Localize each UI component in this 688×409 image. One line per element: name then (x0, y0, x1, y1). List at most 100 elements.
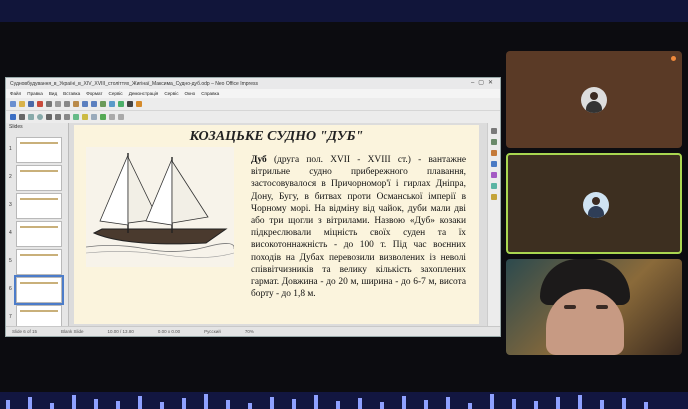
blur-bar (204, 394, 208, 409)
menu-item-tools-2[interactable]: Сервіс (164, 91, 178, 96)
menu-item-window[interactable]: Окно (185, 91, 196, 96)
ellipse-icon[interactable] (37, 114, 43, 120)
print-icon[interactable] (46, 101, 52, 107)
slides-panel-header: Slides (9, 124, 23, 130)
pdf-icon[interactable] (37, 101, 43, 107)
blur-bar (182, 398, 186, 409)
status-zoom[interactable]: 70% (245, 329, 254, 334)
arrange-icon[interactable] (118, 114, 124, 120)
status-bar: Slide 6 of 15 Blank Slide 10.00 / 13.80 … (6, 326, 500, 336)
window-controls-icon[interactable]: –▢✕ (471, 79, 497, 86)
menu-item-edit[interactable]: Правка (27, 91, 43, 96)
styles-icon[interactable] (491, 139, 497, 145)
connector-icon[interactable] (64, 114, 70, 120)
blur-bar (556, 397, 560, 409)
menu-item-format[interactable]: Формат (86, 91, 102, 96)
cut-icon[interactable] (55, 101, 61, 107)
participant-video-tile[interactable] (506, 259, 682, 355)
slide-thumbnail[interactable]: 2 (9, 165, 62, 191)
properties-icon[interactable] (491, 128, 497, 134)
slide-canvas: КОЗАЦЬКЕ СУДНО "ДУБ" Дуб (друга пол. XVI… (74, 125, 479, 324)
rotate-icon[interactable] (100, 114, 106, 120)
undo-icon[interactable] (82, 101, 88, 107)
chart-icon[interactable] (109, 101, 115, 107)
menu-item-help[interactable]: Справка (201, 91, 219, 96)
blur-bar (248, 403, 252, 409)
blur-bar (644, 402, 648, 409)
blur-bar (50, 403, 54, 409)
shapes-icon[interactable] (73, 114, 79, 120)
blur-bar (402, 396, 406, 409)
draw-icon[interactable] (136, 101, 142, 107)
gallery-icon[interactable] (491, 150, 497, 156)
right-sidebar (487, 123, 500, 326)
meeting-top-bar (0, 0, 688, 22)
stars-icon[interactable] (82, 114, 88, 120)
rectangle-icon[interactable] (28, 114, 34, 120)
menu-item-insert[interactable]: Вставка (63, 91, 80, 96)
menu-item-file[interactable]: Файл (10, 91, 21, 96)
new-icon[interactable] (10, 101, 16, 107)
slide-thumbnail[interactable]: 4 (9, 221, 62, 247)
status-slide-number: Slide 6 of 15 (12, 329, 38, 334)
slide-body-text: Дуб (друга пол. XVII - XVIII ст.) - вант… (251, 154, 466, 300)
master-slides-icon[interactable] (491, 194, 497, 200)
menu-item-slideshow[interactable]: Демонстрація (129, 91, 159, 96)
status-position: 10.00 / 13.80 (107, 329, 134, 334)
slide-lead-word: Дуб (251, 155, 267, 165)
blur-bar (270, 397, 274, 409)
navigator-icon[interactable] (491, 161, 497, 167)
redo-icon[interactable] (91, 101, 97, 107)
blur-bar (446, 397, 450, 409)
transition-icon[interactable] (491, 183, 497, 189)
text-icon[interactable] (127, 101, 133, 107)
participant-video-eye (596, 305, 608, 309)
curve-icon[interactable] (55, 114, 61, 120)
participant-tile[interactable] (506, 51, 682, 148)
slide-thumbnail[interactable]: 3 (9, 193, 62, 219)
blur-bar (160, 402, 164, 409)
open-icon[interactable] (19, 101, 25, 107)
shared-screen-window: Судновбудування_в_Україні_в_XIV_XVIII_ст… (5, 77, 501, 337)
slides-panel: Slides 1 2 3 4 5 6 7 (6, 123, 69, 331)
blur-bar (28, 397, 32, 409)
meeting-bottom-bar (0, 392, 688, 409)
participant-tile-active-speaker[interactable] (506, 153, 682, 254)
save-icon[interactable] (28, 101, 34, 107)
status-layout: Blank Slide (61, 329, 84, 334)
participant-video-eye (564, 305, 576, 309)
blur-bar (138, 396, 142, 409)
table-icon[interactable] (100, 101, 106, 107)
blur-bar (468, 403, 472, 409)
blur-bar (622, 398, 626, 409)
slide-thumbnail[interactable]: 5 (9, 249, 62, 275)
blur-bar (512, 399, 516, 409)
blur-bar (490, 394, 494, 409)
blur-bar (6, 400, 10, 409)
line-icon[interactable] (19, 114, 25, 120)
window-titlebar: Судновбудування_в_Україні_в_XIV_XVIII_ст… (6, 78, 500, 89)
blur-bar (116, 401, 120, 409)
image-icon[interactable] (118, 101, 124, 107)
ship-illustration (86, 147, 234, 267)
align-icon[interactable] (109, 114, 115, 120)
blur-bar (94, 399, 98, 409)
animation-icon[interactable] (491, 172, 497, 178)
menu-item-view[interactable]: Вид (49, 91, 57, 96)
copy-icon[interactable] (64, 101, 70, 107)
slide-edit-area[interactable]: КОЗАЦЬКЕ СУДНО "ДУБ" Дуб (друга пол. XVI… (69, 123, 487, 326)
menu-bar: Файл Правка Вид Вставка Формат Сервіс Де… (6, 89, 500, 98)
blur-bar (72, 395, 76, 409)
arrow-icon[interactable] (46, 114, 52, 120)
menu-item-tools[interactable]: Сервіс (109, 91, 123, 96)
blur-bar (380, 402, 384, 409)
blur-bar (292, 399, 296, 409)
select-icon[interactable] (10, 114, 16, 120)
callout-icon[interactable] (91, 114, 97, 120)
slide-thumbnail-selected[interactable]: 6 (9, 275, 64, 305)
paste-icon[interactable] (73, 101, 79, 107)
window-title: Судновбудування_в_Україні_в_XIV_XVIII_ст… (10, 80, 258, 87)
blur-bar (336, 401, 340, 409)
slide-thumbnail[interactable]: 1 (9, 137, 62, 163)
person-avatar-icon (581, 87, 607, 113)
